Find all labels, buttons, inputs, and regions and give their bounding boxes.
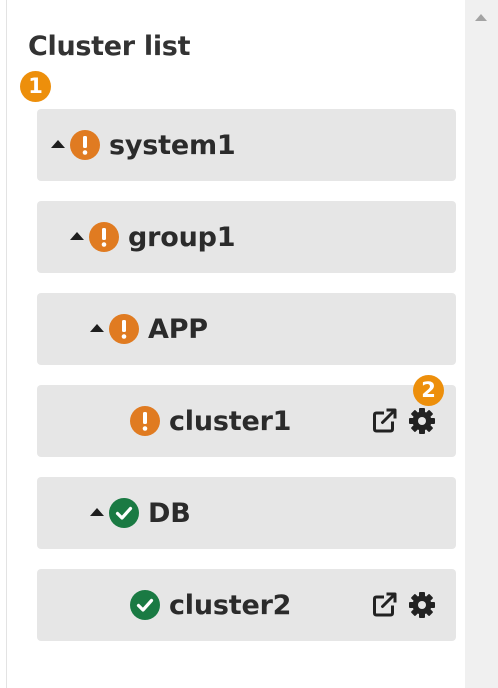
tree-node-cluster1[interactable]: cluster1: [37, 385, 456, 457]
collapse-caret-icon[interactable]: [90, 323, 104, 332]
warning-status-icon: [130, 406, 160, 436]
cluster-actions: [362, 569, 438, 641]
ok-status-icon: [130, 590, 160, 620]
gear-icon[interactable]: [406, 405, 438, 437]
collapse-caret-icon[interactable]: [70, 231, 84, 240]
tree-node-group1[interactable]: group1: [37, 201, 456, 273]
tree-node-label: APP: [148, 313, 208, 345]
tree-node-label: cluster1: [169, 405, 292, 437]
external-link-icon[interactable]: [368, 589, 400, 621]
gear-icon[interactable]: [406, 589, 438, 621]
collapse-caret-icon[interactable]: [90, 507, 104, 516]
warning-status-icon: [70, 130, 100, 160]
tree-node-label: system1: [109, 129, 236, 161]
tree-node-label: cluster2: [169, 589, 292, 621]
tree-node-label: group1: [128, 221, 236, 253]
vertical-scrollbar[interactable]: [465, 0, 498, 688]
warning-status-icon: [89, 222, 119, 252]
callout-badge-2: 2: [413, 375, 444, 406]
tree-node-system1[interactable]: system1: [37, 109, 456, 181]
tree-node-db[interactable]: DB: [37, 477, 456, 549]
callout-badge-1: 1: [20, 71, 51, 102]
external-link-icon[interactable]: [368, 405, 400, 437]
collapse-caret-icon[interactable]: [51, 139, 65, 148]
tree-node-label: DB: [148, 497, 191, 529]
tree-node-cluster2[interactable]: cluster2: [37, 569, 456, 641]
ok-status-icon: [109, 498, 139, 528]
warning-status-icon: [109, 314, 139, 344]
panel-title: Cluster list: [28, 31, 191, 62]
tree-node-app[interactable]: APP: [37, 293, 456, 365]
scroll-up-icon[interactable]: [475, 14, 487, 21]
